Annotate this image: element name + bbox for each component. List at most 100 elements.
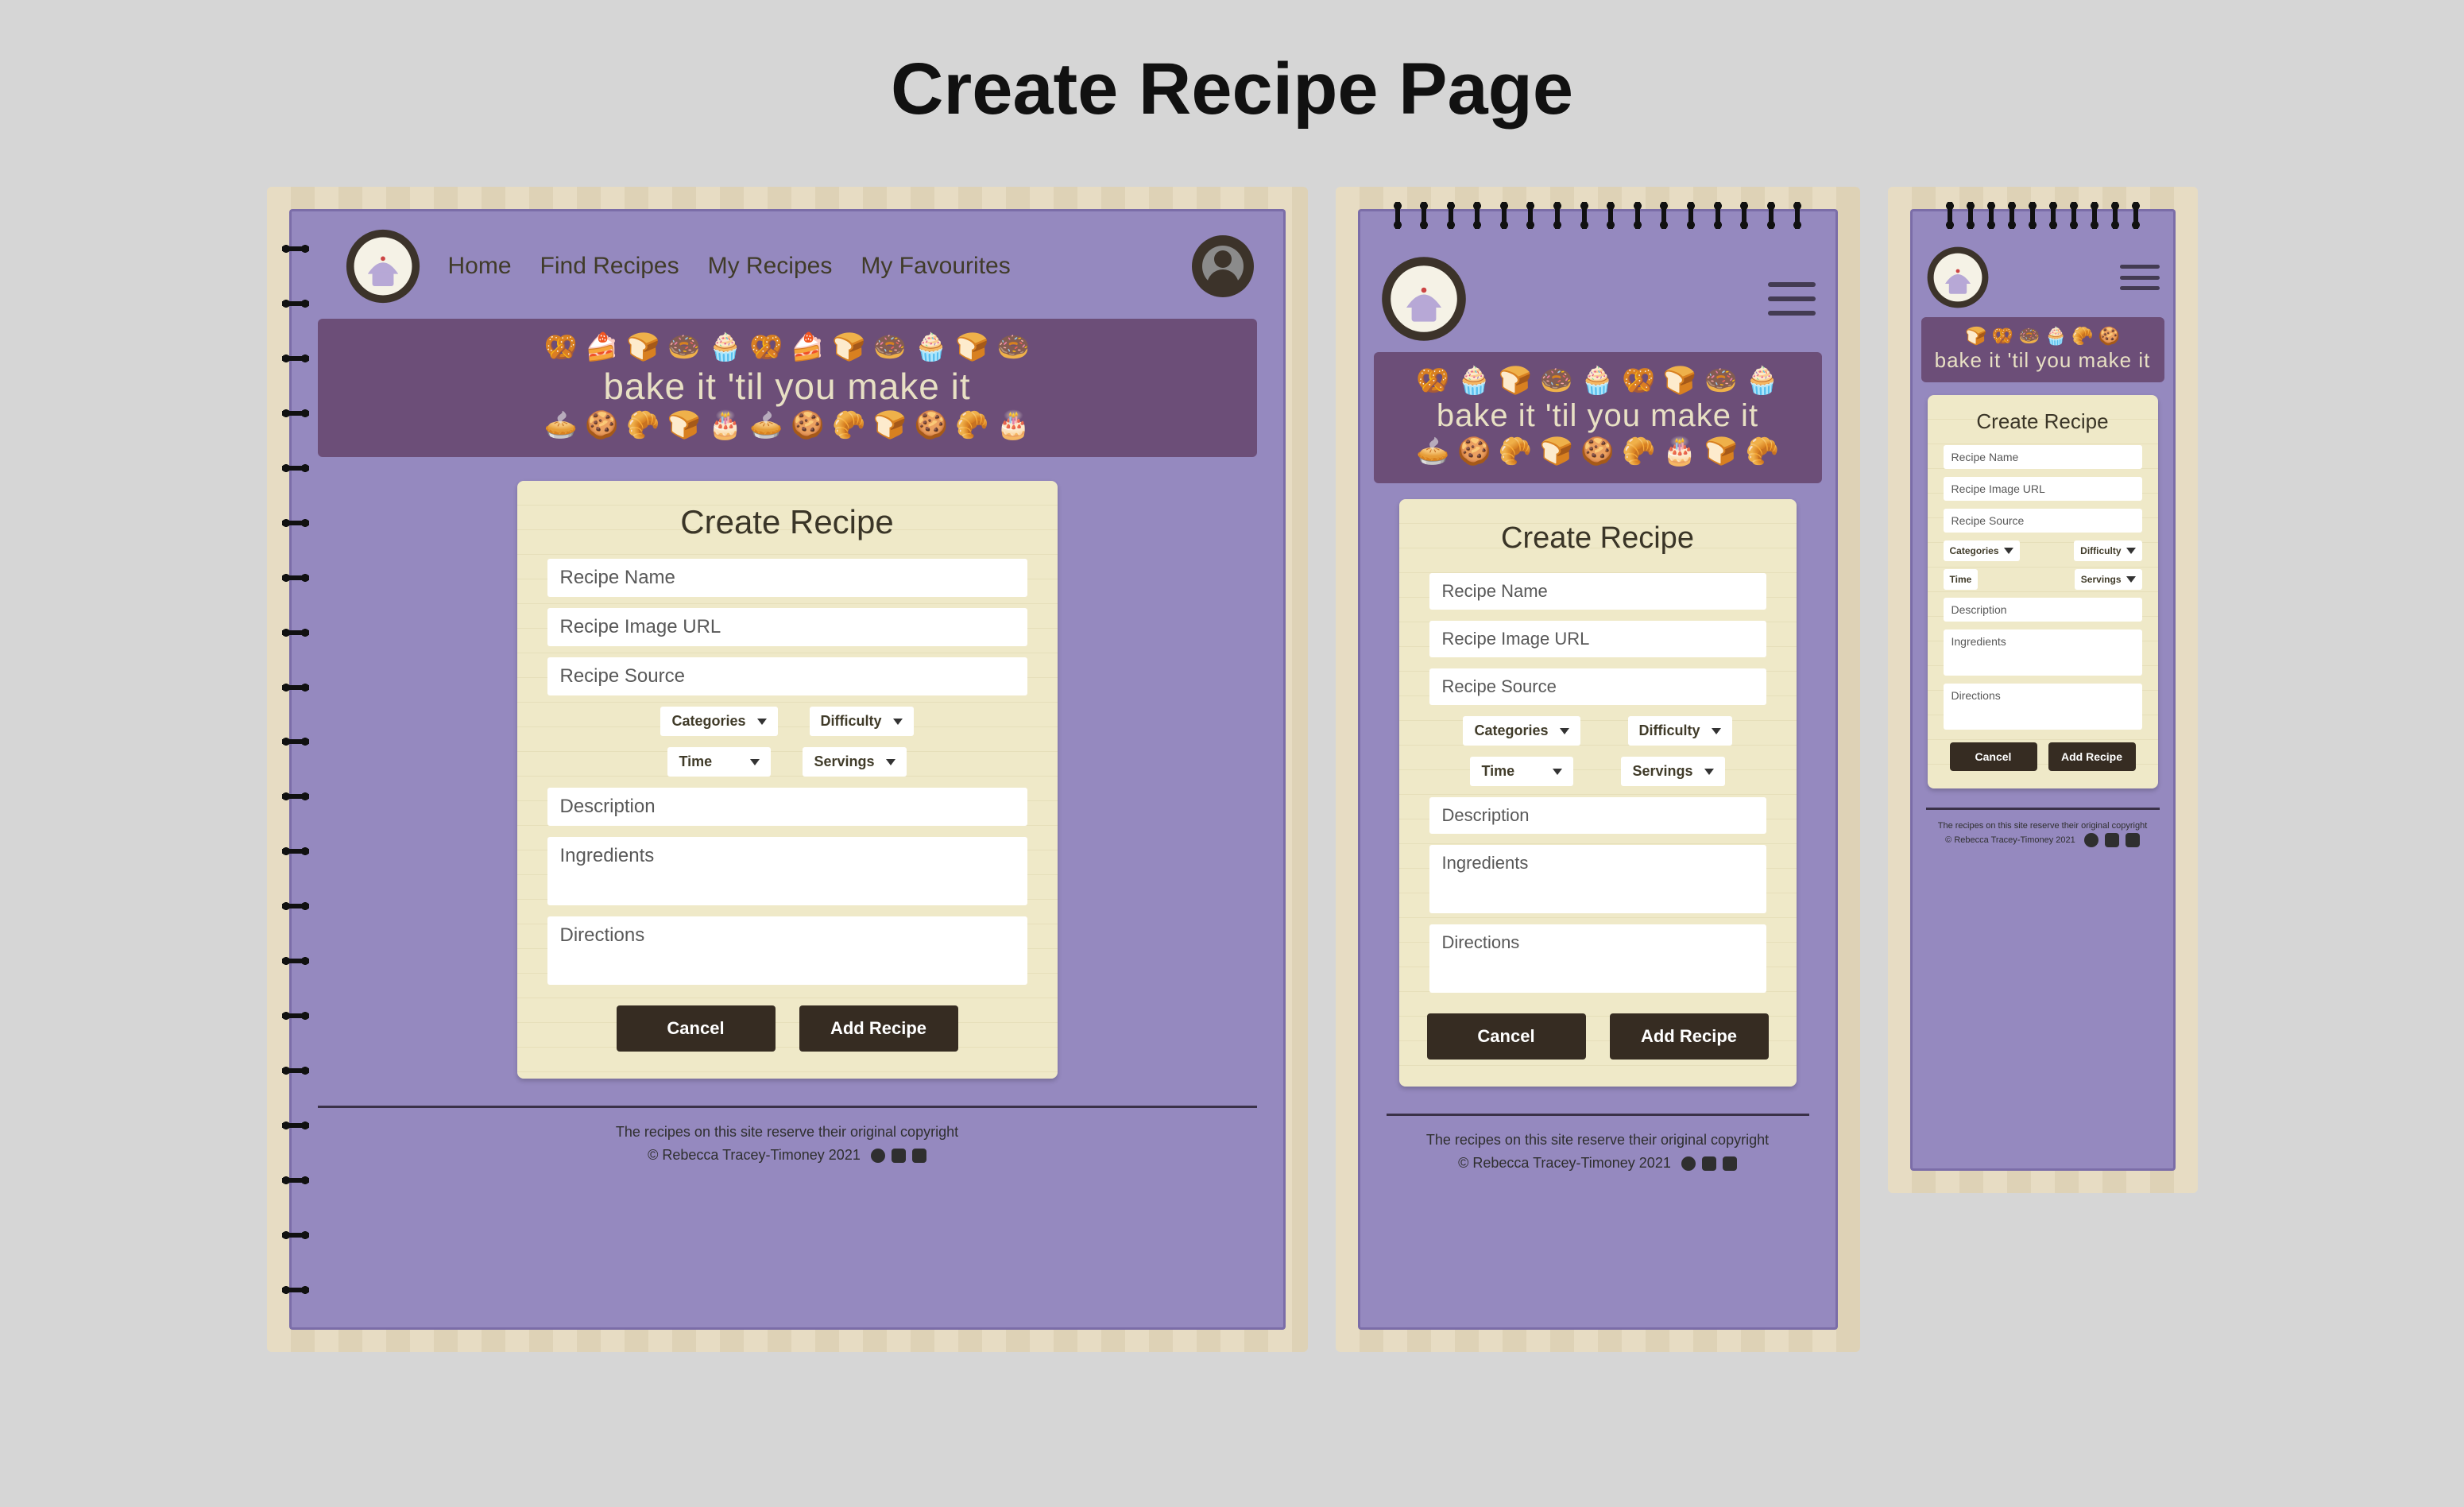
topbar: Home Find Recipes My Recipes My Favourit… (289, 209, 1286, 311)
nav-find-recipes[interactable]: Find Recipes (540, 253, 679, 280)
nav: Home Find Recipes My Recipes My Favourit… (448, 253, 1011, 280)
nav-my-recipes[interactable]: My Recipes (708, 253, 833, 280)
chat-icon[interactable] (1702, 1156, 1716, 1171)
add-recipe-button[interactable]: Add Recipe (2048, 742, 2136, 771)
footer: The recipes on this site reserve their o… (1910, 816, 2176, 851)
chevron-down-icon (1553, 769, 1562, 775)
create-recipe-card: Create Recipe Recipe Name Recipe Image U… (1399, 499, 1797, 1087)
divider (318, 1106, 1257, 1108)
chevron-down-icon (1712, 728, 1721, 734)
cancel-button[interactable]: Cancel (1950, 742, 2037, 771)
nav-home[interactable]: Home (448, 253, 512, 280)
footer-credit: © Rebecca Tracey-Timoney 2021 (1945, 835, 2075, 845)
time-select[interactable]: Time (1470, 757, 1573, 786)
cancel-button[interactable]: Cancel (617, 1005, 776, 1052)
description-input[interactable]: Description (547, 788, 1027, 826)
recipe-name-input[interactable]: Recipe Name (1429, 573, 1766, 610)
add-recipe-button[interactable]: Add Recipe (1610, 1013, 1769, 1060)
chevron-down-icon (2126, 576, 2136, 583)
chat-icon[interactable] (892, 1149, 906, 1163)
github-icon[interactable] (1681, 1156, 1696, 1171)
time-select[interactable]: Time (1944, 569, 1979, 590)
linkedin-icon[interactable] (2126, 833, 2140, 847)
recipe-source-input[interactable]: Recipe Source (1429, 668, 1766, 705)
footer-disclaimer: The recipes on this site reserve their o… (1918, 819, 2168, 834)
spiral-binding (278, 241, 313, 1298)
directions-input[interactable]: Directions (1944, 684, 2142, 730)
servings-select[interactable]: Servings (803, 747, 906, 777)
pastry-icons-top: 🥨 🍰 🍞 🍩 🧁 🥨 🍰 🍞 🍩 🧁 🍞 🍩 (332, 330, 1243, 365)
topbar (1358, 239, 1838, 346)
footer-credit: © Rebecca Tracey-Timoney 2021 (1458, 1155, 1671, 1171)
chevron-down-icon (886, 759, 895, 765)
recipe-name-input[interactable]: Recipe Name (547, 559, 1027, 597)
footer-credit: © Rebecca Tracey-Timoney 2021 (648, 1147, 861, 1163)
linkedin-icon[interactable] (1723, 1156, 1737, 1171)
difficulty-select[interactable]: Difficulty (1628, 716, 1732, 746)
footer: The recipes on this site reserve their o… (289, 1118, 1286, 1170)
footer-disclaimer: The recipes on this site reserve their o… (1366, 1129, 1830, 1152)
description-input[interactable]: Description (1429, 797, 1766, 834)
ingredients-input[interactable]: Ingredients (1429, 845, 1766, 913)
tagline: bake it 'til you make it (332, 365, 1243, 408)
recipe-source-input[interactable]: Recipe Source (547, 657, 1027, 695)
form-heading: Create Recipe (1944, 409, 2142, 434)
mockup-desktop: Home Find Recipes My Recipes My Favourit… (267, 187, 1308, 1352)
recipe-image-url-input[interactable]: Recipe Image URL (1429, 621, 1766, 657)
categories-select[interactable]: Categories (660, 707, 777, 736)
github-icon[interactable] (2084, 833, 2098, 847)
ingredients-input[interactable]: Ingredients (1944, 630, 2142, 676)
directions-input[interactable]: Directions (1429, 924, 1766, 993)
categories-select[interactable]: Categories (1463, 716, 1580, 746)
user-icon (1202, 246, 1244, 287)
hamburger-menu[interactable] (1768, 282, 1816, 316)
github-icon[interactable] (871, 1149, 885, 1163)
topbar (1910, 234, 2176, 312)
spiral-binding (1942, 198, 2144, 233)
directions-input[interactable]: Directions (547, 916, 1027, 985)
chevron-down-icon (2126, 548, 2136, 554)
recipe-name-input[interactable]: Recipe Name (1944, 445, 2142, 469)
chevron-down-icon (1560, 728, 1569, 734)
servings-select[interactable]: Servings (2075, 569, 2142, 590)
mockup-tablet: 🥨 🧁 🍞 🍩 🧁 🥨 🍞 🍩 🧁 bake it 'til you make … (1336, 187, 1860, 1352)
difficulty-select[interactable]: Difficulty (810, 707, 914, 736)
linkedin-icon[interactable] (912, 1149, 926, 1163)
banner: 🥨 🍰 🍞 🍩 🧁 🥨 🍰 🍞 🍩 🧁 🍞 🍩 bake it 'til you… (318, 319, 1257, 457)
divider (1926, 808, 2160, 810)
categories-select[interactable]: Categories (1944, 540, 2020, 561)
mockups-row: Home Find Recipes My Recipes My Favourit… (0, 187, 2464, 1352)
footer-disclaimer: The recipes on this site reserve their o… (297, 1121, 1278, 1144)
create-recipe-card: Create Recipe Recipe Name Recipe Image U… (1928, 395, 2158, 788)
create-recipe-card: Create Recipe Recipe Name Recipe Image U… (517, 481, 1058, 1079)
servings-select[interactable]: Servings (1621, 757, 1724, 786)
chat-icon[interactable] (2105, 833, 2119, 847)
divider (1387, 1114, 1809, 1116)
chevron-down-icon (750, 759, 760, 765)
logo[interactable] (345, 228, 421, 304)
chevron-down-icon (1704, 769, 1714, 775)
logo[interactable] (1380, 255, 1468, 343)
time-select[interactable]: Time (667, 747, 771, 777)
description-input[interactable]: Description (1944, 598, 2142, 622)
recipe-image-url-input[interactable]: Recipe Image URL (547, 608, 1027, 646)
recipe-image-url-input[interactable]: Recipe Image URL (1944, 477, 2142, 501)
footer: The recipes on this site reserve their o… (1358, 1125, 1838, 1178)
page-title: Create Recipe Page (0, 48, 2464, 131)
ingredients-input[interactable]: Ingredients (547, 837, 1027, 905)
difficulty-select[interactable]: Difficulty (2074, 540, 2141, 561)
hamburger-menu[interactable] (2120, 265, 2160, 290)
cancel-button[interactable]: Cancel (1427, 1013, 1586, 1060)
add-recipe-button[interactable]: Add Recipe (799, 1005, 958, 1052)
chevron-down-icon (757, 719, 767, 725)
chevron-down-icon (2004, 548, 2013, 554)
spiral-binding (1390, 198, 1806, 233)
pastry-icons-bottom: 🥧 🍪 🥐 🍞 🎂 🥧 🍪 🥐 🍞 🍪 🥐 🎂 (332, 408, 1243, 443)
recipe-source-input[interactable]: Recipe Source (1944, 509, 2142, 533)
form-heading: Create Recipe (547, 503, 1027, 541)
account-avatar[interactable] (1192, 235, 1254, 297)
nav-my-favourites[interactable]: My Favourites (861, 253, 1010, 280)
tagline: bake it 'til you make it (1388, 398, 1808, 434)
logo[interactable] (1926, 246, 1990, 309)
banner: 🥨 🧁 🍞 🍩 🧁 🥨 🍞 🍩 🧁 bake it 'til you make … (1374, 352, 1822, 483)
